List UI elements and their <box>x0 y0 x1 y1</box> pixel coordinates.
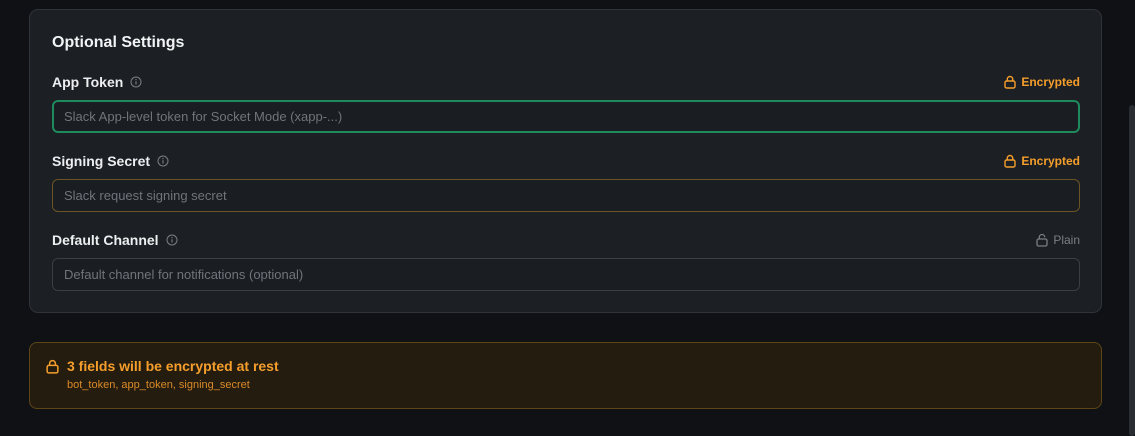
plain-badge: Plain <box>1036 231 1080 249</box>
app-token-input[interactable] <box>52 100 1080 133</box>
encrypted-badge: Encrypted <box>1004 73 1080 91</box>
app-token-label: App Token <box>52 74 124 90</box>
badge-label: Encrypted <box>1021 75 1080 89</box>
app-token-label-row: App Token Encrypted <box>52 73 1080 91</box>
default-channel-label-row: Default Channel Plain <box>52 231 1080 249</box>
lock-closed-icon <box>1004 75 1017 89</box>
encryption-notice: 3 fields will be encrypted at rest bot_t… <box>29 342 1102 409</box>
info-icon[interactable] <box>166 234 178 246</box>
badge-label: Encrypted <box>1021 154 1080 168</box>
lock-open-icon <box>1036 233 1048 247</box>
default-channel-label: Default Channel <box>52 232 159 248</box>
optional-settings-card: Optional Settings App Token Encrypted Si… <box>29 9 1102 313</box>
lock-closed-icon <box>46 359 59 374</box>
info-icon[interactable] <box>130 76 142 88</box>
scrollbar-thumb[interactable] <box>1129 105 1135 436</box>
default-channel-input[interactable] <box>52 258 1080 291</box>
badge-label: Plain <box>1053 233 1080 247</box>
lock-closed-icon <box>1004 154 1017 168</box>
encrypted-badge: Encrypted <box>1004 152 1080 170</box>
signing-secret-label: Signing Secret <box>52 153 151 169</box>
section-title: Optional Settings <box>52 34 185 51</box>
signing-secret-label-row: Signing Secret Encrypted <box>52 152 1080 170</box>
notice-fields-list: bot_token, app_token, signing_secret <box>67 379 250 391</box>
notice-title: 3 fields will be encrypted at rest <box>67 358 279 374</box>
signing-secret-input[interactable] <box>52 179 1080 212</box>
info-icon[interactable] <box>157 155 169 167</box>
